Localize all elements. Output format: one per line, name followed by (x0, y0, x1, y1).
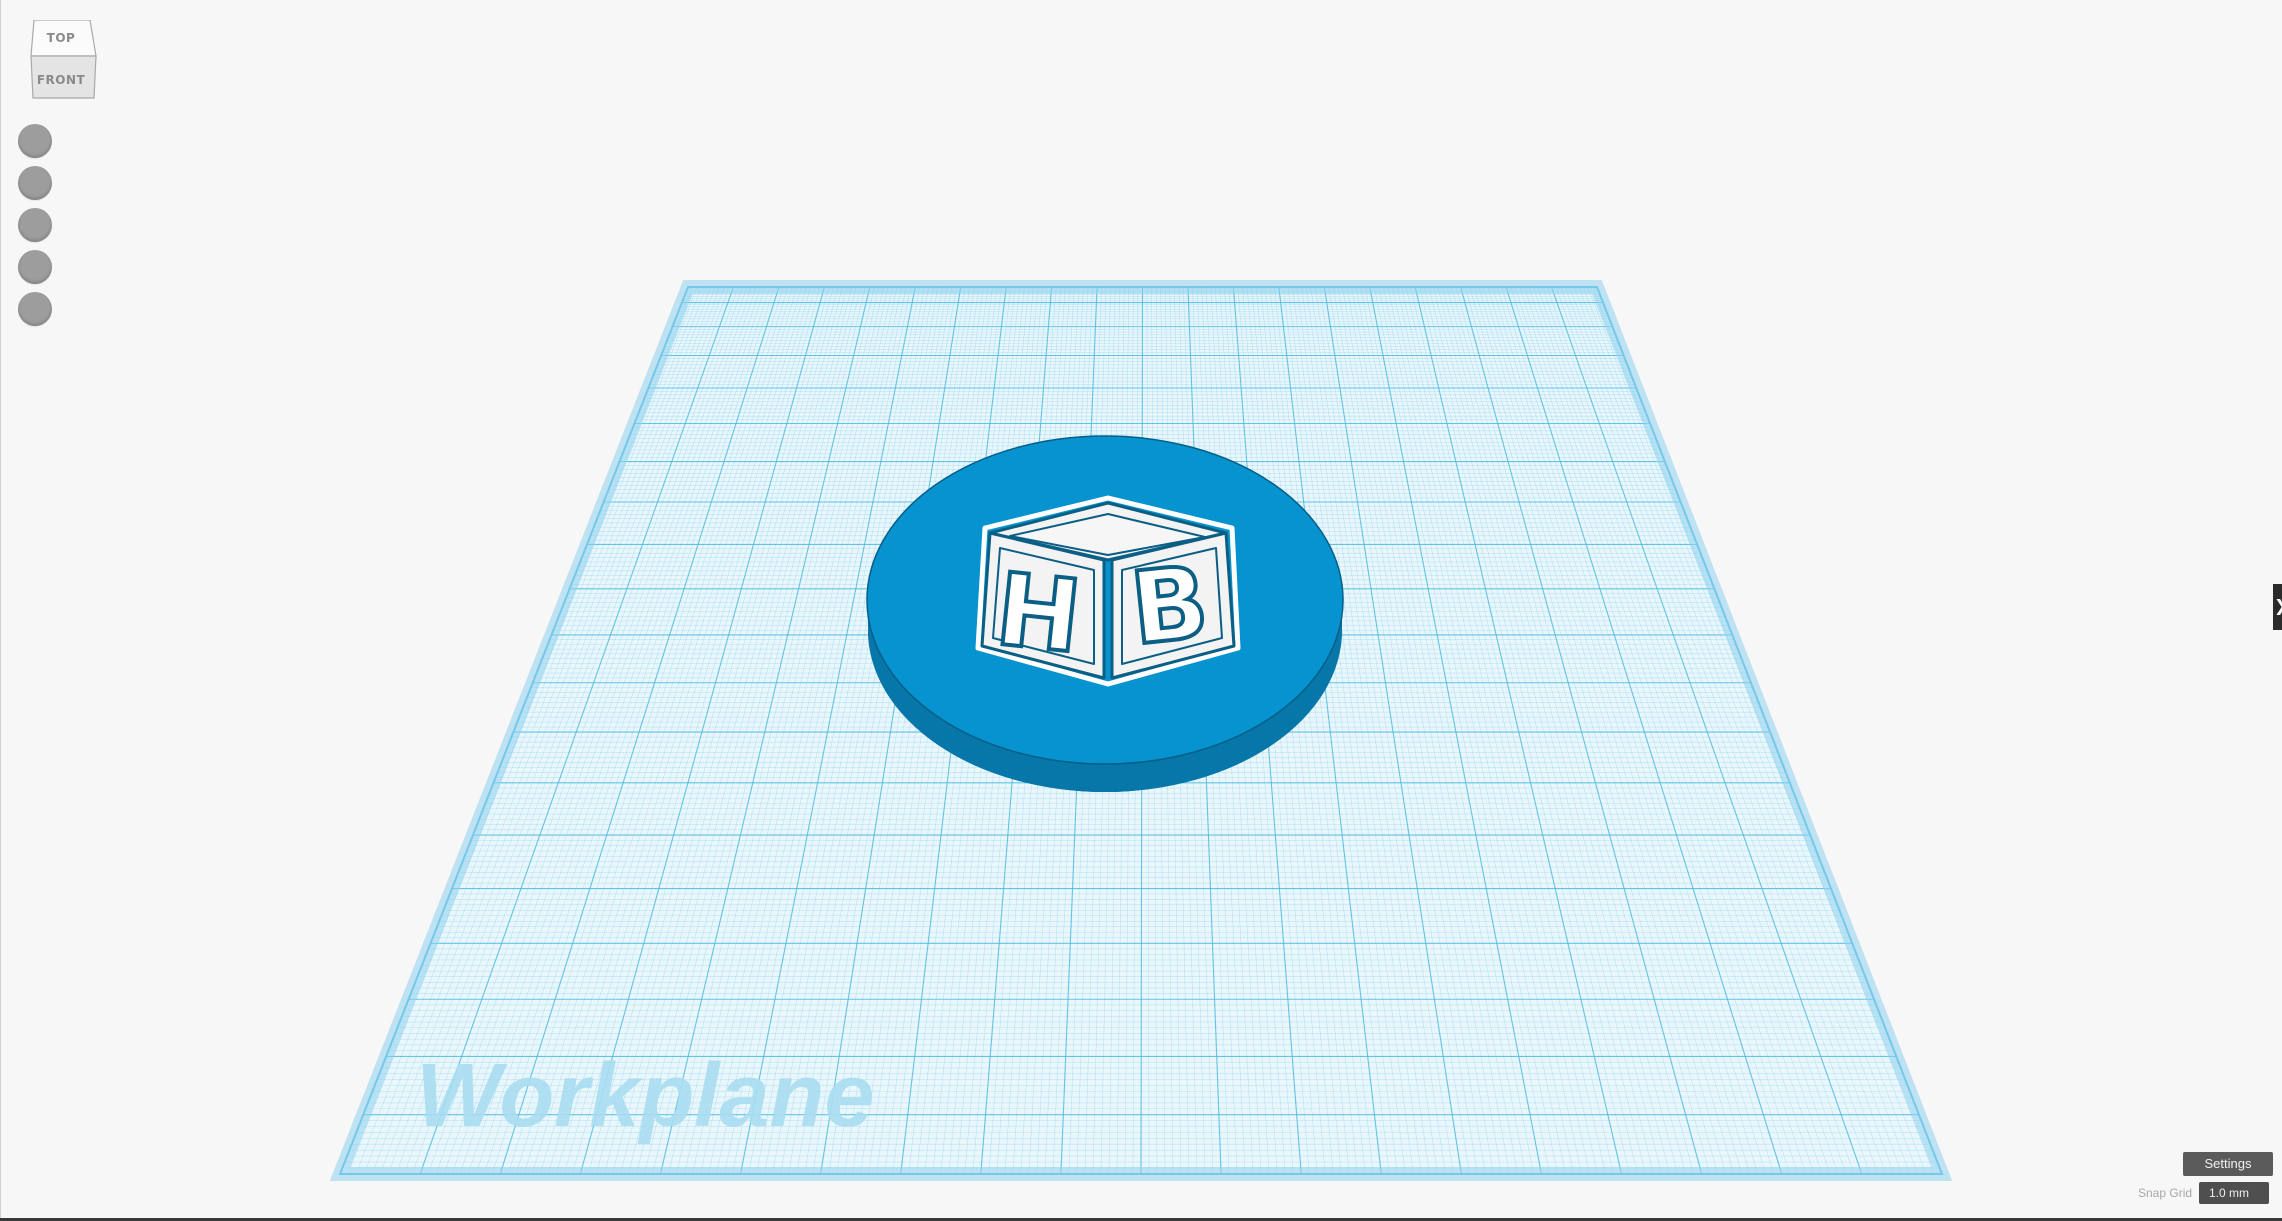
workplane-scene[interactable]: Workplane H B (0, 0, 2282, 1221)
workplane-label: Workplane (416, 1046, 874, 1146)
perspective-button[interactable] (18, 292, 52, 326)
snap-grid-select[interactable]: 1.0 mm (2199, 1182, 2269, 1204)
snap-grid-label: Snap Grid (2138, 1186, 2193, 1200)
viewport-left-edge (0, 0, 1, 1221)
view-cube-front-face[interactable]: FRONT (28, 73, 94, 87)
settings-button[interactable]: Settings (2183, 1152, 2273, 1176)
block-letter-b: B (1126, 543, 1214, 667)
fit-view-button[interactable] (18, 166, 52, 200)
panel-toggle-tab[interactable]: ❯ (2273, 584, 2282, 630)
view-cube[interactable]: TOP FRONT (28, 20, 98, 100)
view-controls (18, 124, 52, 334)
home-view-button[interactable] (18, 124, 52, 158)
view-cube-top-face[interactable]: TOP (28, 31, 94, 45)
zoom-in-button[interactable] (18, 208, 52, 242)
block-letter-h: H (991, 551, 1086, 676)
zoom-out-button[interactable] (18, 250, 52, 284)
chevron-right-icon: ❯ (2274, 596, 2282, 616)
3d-viewport[interactable]: Workplane H B (0, 0, 2282, 1221)
